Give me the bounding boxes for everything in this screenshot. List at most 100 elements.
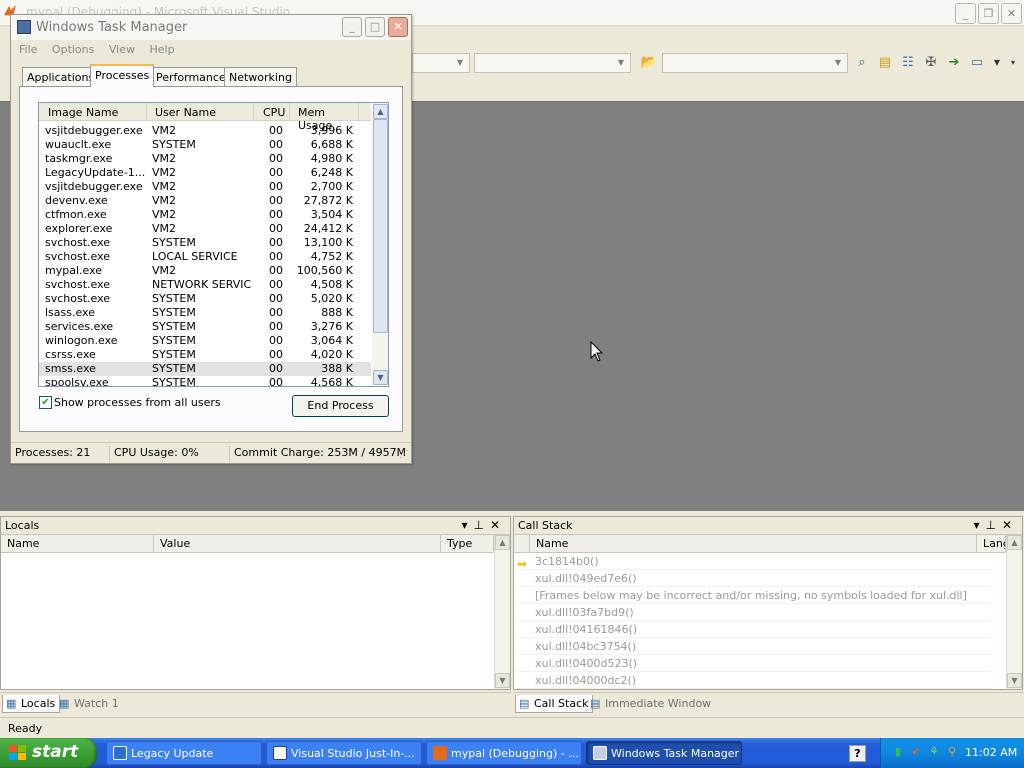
process-user-cell: SYSTEM (152, 348, 196, 361)
callstack-row[interactable]: xul.dll!0400d523() (515, 655, 991, 672)
process-row[interactable]: devenv.exe VM2 00 27,872 K (39, 194, 371, 208)
solution-config-combo[interactable]: ▼ (412, 53, 470, 73)
process-row[interactable]: ctfmon.exe VM2 00 3,504 K (39, 208, 371, 222)
locals-col-value[interactable]: Value (154, 535, 441, 553)
visual-studio-tray-icon[interactable]: ✔ (909, 745, 923, 759)
process-list[interactable]: Image Name User Name CPU Mem Usage vsjit… (38, 102, 389, 387)
resize-grip-icon[interactable]: ⋰ (399, 449, 409, 460)
help-icon[interactable]: ? (849, 745, 866, 762)
locals-col-type[interactable]: Type (441, 535, 494, 553)
scroll-down-icon[interactable]: ▼ (1007, 673, 1022, 688)
scroll-thumb[interactable] (373, 119, 388, 333)
process-row[interactable]: vsjitdebugger.exe VM2 00 3,996 K (39, 124, 371, 138)
process-mem-cell: 27,872 K (303, 194, 353, 207)
callstack-scrollbar[interactable]: ▲ ▼ (1006, 535, 1022, 689)
tab-processes[interactable]: Processes (90, 64, 155, 87)
col-cpu[interactable]: CPU (254, 103, 290, 121)
find-combo[interactable]: ▼ (662, 53, 848, 73)
callstack-row[interactable]: 3c1814b0() (515, 553, 991, 570)
col-mem-usage[interactable]: Mem Usage (290, 103, 359, 132)
tab-networking[interactable]: Networking (224, 67, 297, 86)
process-row[interactable]: explorer.exe VM2 00 24,412 K (39, 222, 371, 236)
tab-performance[interactable]: Performance (151, 67, 231, 86)
scroll-up-icon[interactable]: ▲ (495, 535, 510, 550)
callstack-col-name[interactable]: Name (530, 535, 977, 553)
process-row[interactable]: mypal.exe VM2 00 100,560 K (39, 264, 371, 278)
taskbar-item-task-manager[interactable]: Windows Task Manager (586, 741, 742, 765)
process-row[interactable]: wuauclt.exe SYSTEM 00 6,688 K (39, 138, 371, 152)
properties-icon[interactable]: ☷ (899, 54, 917, 72)
process-row[interactable]: svchost.exe SYSTEM 00 5,020 K (39, 292, 371, 306)
taskbar-item-mypal-debugging[interactable]: mypal (Debugging) - ... (426, 741, 582, 765)
dropdown-icon[interactable]: ▾ (973, 518, 985, 532)
process-row[interactable]: svchost.exe SYSTEM 00 13,100 K (39, 236, 371, 250)
taskbar-item-legacy-update[interactable]: Legacy Update (106, 741, 262, 765)
tab-immediate-window[interactable]: ▤ Immediate Window (587, 695, 715, 713)
vs-minimize-button[interactable]: _ (955, 3, 976, 24)
security-icon[interactable]: ⚘ (927, 745, 941, 759)
toolbox-icon[interactable]: ✠ (922, 54, 940, 72)
toolbar-overflow-icon[interactable]: ▾ (1004, 54, 1022, 72)
taskbar-item-vs-jit[interactable]: Visual Studio Just-In-... (266, 741, 422, 765)
maximize-button[interactable]: □ (365, 17, 385, 37)
col-user-name[interactable]: User Name (147, 103, 254, 121)
checkmark-icon[interactable]: ✔ (39, 396, 52, 409)
tab-watch-1[interactable]: ▦ Watch 1 (56, 695, 123, 713)
network-icon[interactable]: ▮ (891, 745, 905, 759)
command-window-icon[interactable]: ▭ (968, 54, 986, 72)
scroll-down-icon[interactable]: ▼ (495, 673, 510, 688)
close-icon[interactable]: ✕ (1002, 518, 1018, 532)
process-row[interactable]: LegacyUpdate-1.... VM2 00 6,248 K (39, 166, 371, 180)
callstack-col-language[interactable]: Langu (977, 535, 1006, 553)
close-icon[interactable]: ✕ (490, 518, 506, 532)
scroll-up-icon[interactable]: ▲ (373, 104, 388, 119)
callstack-row[interactable]: xul.dll!049ed7e6() (515, 570, 991, 587)
locals-scrollbar[interactable]: ▲ ▼ (494, 535, 510, 689)
col-image-name[interactable]: Image Name (39, 103, 147, 121)
process-list-scrollbar[interactable]: ▲ ▼ (372, 103, 388, 386)
process-row[interactable]: spoolsv.exe SYSTEM 00 4,568 K (39, 376, 371, 386)
pin-icon[interactable]: ⊥ (473, 518, 489, 532)
vs-restore-button[interactable]: ❐ (978, 3, 999, 24)
menu-view[interactable]: View (109, 43, 135, 56)
search-icon[interactable]: ⚲ (945, 745, 959, 759)
tab-call-stack[interactable]: ▤ Call Stack (515, 695, 594, 713)
callstack-row[interactable]: xul.dll!04000dc2() (515, 672, 991, 689)
start-page-icon[interactable]: ➔ (945, 54, 963, 72)
process-user-cell: SYSTEM (152, 292, 196, 305)
callstack-row[interactable]: xul.dll!04bc3754() (515, 638, 991, 655)
end-process-button[interactable]: End Process (292, 395, 389, 417)
tab-locals[interactable]: ▦ Locals (2, 695, 61, 713)
find-in-files-icon[interactable]: 📂 (640, 54, 658, 72)
minimize-button[interactable]: _ (342, 17, 362, 37)
dropdown-icon[interactable]: ▾ (461, 518, 473, 532)
scroll-down-icon[interactable]: ▼ (373, 370, 388, 385)
process-row[interactable]: taskmgr.exe VM2 00 4,980 K (39, 152, 371, 166)
vs-close-button[interactable]: ✕ (1001, 3, 1022, 24)
process-row[interactable]: services.exe SYSTEM 00 3,276 K (39, 320, 371, 334)
menu-file[interactable]: File (19, 43, 37, 56)
task-manager-title-bar[interactable]: Windows Task Manager _ □ ✕ (11, 15, 411, 40)
scroll-up-icon[interactable]: ▲ (1007, 535, 1022, 550)
pin-icon[interactable]: ⊥ (985, 518, 1001, 532)
locals-col-name[interactable]: Name (1, 535, 154, 553)
process-row[interactable]: vsjitdebugger.exe VM2 00 2,700 K (39, 180, 371, 194)
process-row[interactable]: svchost.exe NETWORK SERVICE 00 4,508 K (39, 278, 371, 292)
find-icon[interactable]: ⌕ (853, 54, 871, 72)
process-row[interactable]: lsass.exe SYSTEM 00 888 K (39, 306, 371, 320)
close-button[interactable]: ✕ (388, 17, 408, 37)
solution-platform-combo[interactable]: ▼ (474, 53, 631, 73)
solution-explorer-icon[interactable]: ▤ (876, 54, 894, 72)
start-button[interactable]: start (0, 738, 97, 768)
menu-options[interactable]: Options (52, 43, 94, 56)
process-row[interactable]: winlogon.exe SYSTEM 00 3,064 K (39, 334, 371, 348)
tab-applications[interactable]: Applications (22, 67, 100, 86)
menu-help[interactable]: Help (149, 43, 174, 56)
clock[interactable]: 11:02 AM (965, 746, 1017, 759)
process-row[interactable]: svchost.exe LOCAL SERVICE 00 4,752 K (39, 250, 371, 264)
callstack-row[interactable]: [Frames below may be incorrect and/or mi… (515, 587, 991, 604)
process-row[interactable]: csrss.exe SYSTEM 00 4,020 K (39, 348, 371, 362)
callstack-row[interactable]: xul.dll!04161846() (515, 621, 991, 638)
process-row[interactable]: smss.exe SYSTEM 00 388 K (39, 362, 371, 376)
callstack-row[interactable]: xul.dll!03fa7bd9() (515, 604, 991, 621)
